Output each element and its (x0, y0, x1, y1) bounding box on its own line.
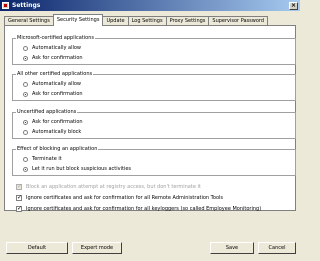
radio-button[interactable] (23, 156, 28, 162)
radio-label: Ask for confirmation (32, 55, 83, 61)
radio-uncert-ask-confirmation[interactable]: Ask for confirmation (23, 119, 83, 125)
close-button[interactable]: × (289, 1, 298, 10)
security-settings-panel: Microsoft-certified applications Automat… (4, 25, 296, 212)
group-microsoft-certified: Microsoft-certified applications Automat… (12, 35, 296, 65)
expert-mode-button[interactable]: Expert mode (72, 242, 122, 254)
checkbox-label: Block an application attempt at registry… (26, 184, 201, 190)
tab-security-settings[interactable]: Security Settings (52, 14, 104, 26)
group-title: Uncertified applications (16, 109, 78, 116)
group-blocking-effect: Effect of blocking an application Termin… (12, 146, 296, 176)
radio-button[interactable] (23, 81, 28, 87)
radio-label: Automatically allow (32, 45, 82, 51)
radio-label: Ask for confirmation (32, 91, 83, 97)
radio-label: Automatically allow (32, 81, 82, 87)
radio-button[interactable] (23, 91, 28, 97)
checkbox-ignore-certs-keyloggers[interactable]: ✓ Ignore certificates and ask for confir… (16, 206, 261, 212)
group-title: All other certified applications (16, 71, 94, 78)
group-title: Effect of blocking an application (16, 146, 99, 153)
radio-ms-ask-confirmation[interactable]: Ask for confirmation (23, 55, 83, 61)
checkbox[interactable]: ✓ (16, 206, 22, 212)
radio-other-ask-confirmation[interactable]: Ask for confirmation (23, 91, 83, 97)
radio-button[interactable] (23, 166, 28, 172)
title-bar: Settings × (0, 0, 300, 11)
group-uncertified: Uncertified applications Ask for confirm… (12, 109, 296, 139)
radio-label: Ask for confirmation (32, 119, 83, 125)
checkbox-label: Ignore certificates and ask for confirma… (26, 195, 223, 201)
checkbox-ignore-certs-rat[interactable]: ✓ Ignore certificates and ask for confir… (16, 195, 223, 201)
default-button[interactable]: Default (6, 242, 68, 254)
radio-button[interactable] (23, 129, 28, 135)
radio-label: Automatically block (32, 129, 82, 135)
radio-label: Terminate it (32, 156, 62, 162)
radio-ms-auto-allow[interactable]: Automatically allow (23, 45, 81, 51)
radio-button[interactable] (23, 119, 28, 125)
cancel-button[interactable]: Cancel (258, 242, 296, 254)
checkbox-label: Ignore certificates and ask for confirma… (26, 206, 262, 212)
checkbox[interactable]: ✓ (16, 195, 22, 201)
group-other-certified: All other certified applications Automat… (12, 71, 296, 101)
group-title: Microsoft-certified applications (16, 35, 95, 42)
radio-button[interactable] (23, 45, 28, 51)
radio-uncert-auto-block[interactable]: Automatically block (23, 129, 81, 135)
radio-button[interactable] (23, 55, 28, 61)
checkbox[interactable]: ✓ (16, 184, 22, 190)
radio-label: Let it run but block suspicious activiti… (32, 166, 132, 172)
radio-terminate[interactable]: Terminate it (23, 156, 62, 162)
save-button[interactable]: Save (210, 242, 254, 254)
app-icon (2, 2, 9, 9)
radio-run-block-suspicious[interactable]: Let it run but block suspicious activiti… (23, 166, 131, 172)
checkbox-block-registry-access[interactable]: ✓ Block an application attempt at regist… (16, 184, 201, 190)
window-title: Settings (12, 2, 41, 9)
radio-other-auto-allow[interactable]: Automatically allow (23, 81, 81, 87)
